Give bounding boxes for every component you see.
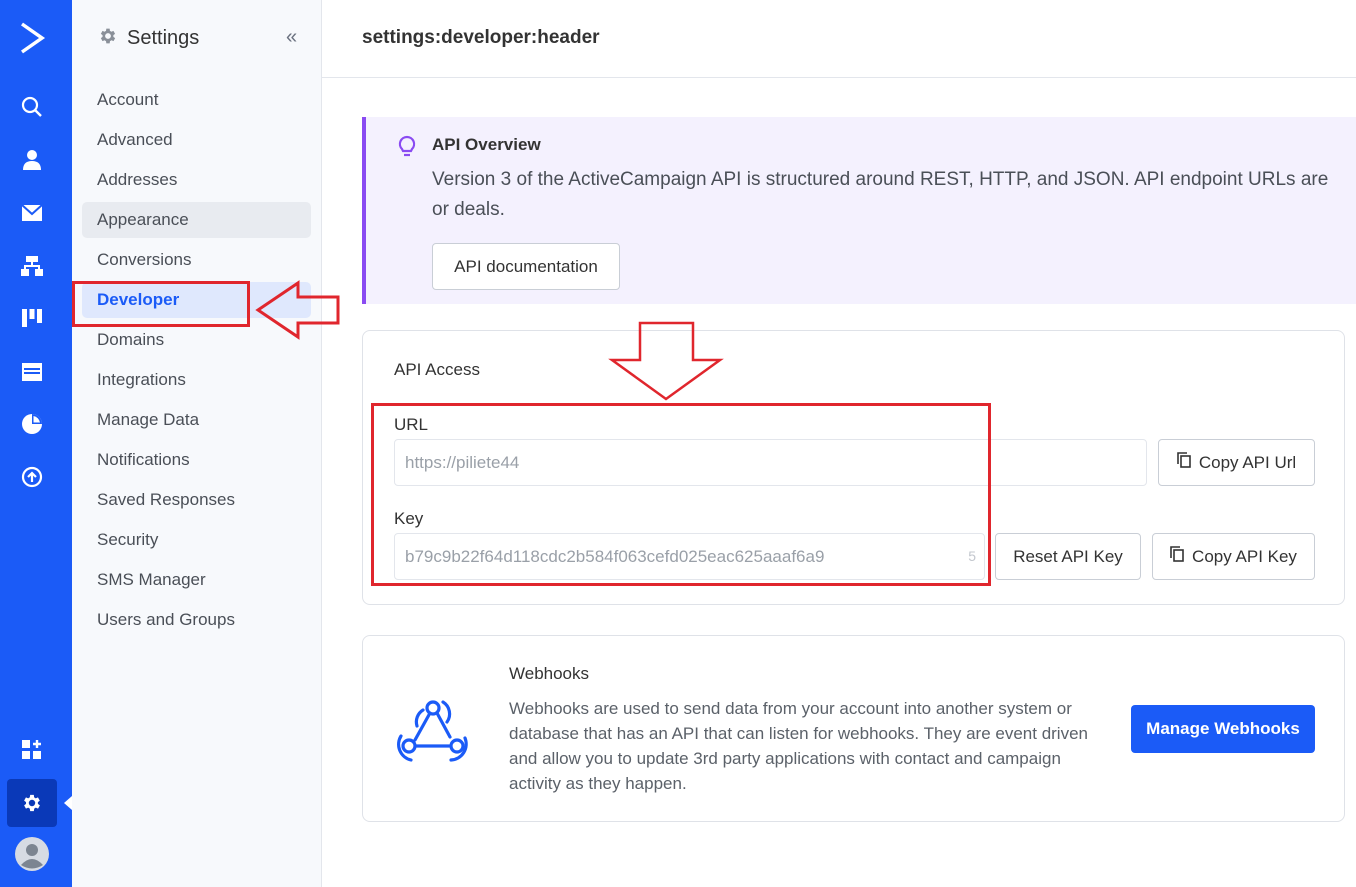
sidebar-item-security[interactable]: Security [82, 522, 311, 558]
api-overview-line-2: or deals. [432, 199, 505, 220]
copy-icon [1177, 452, 1191, 473]
lightbulb-icon [398, 135, 416, 164]
automations-icon[interactable] [18, 252, 46, 280]
sidebar-item-advanced[interactable]: Advanced [82, 122, 311, 158]
manage-webhooks-button[interactable]: Manage Webhooks [1131, 705, 1315, 753]
annotation-box-developer [72, 281, 250, 327]
copy-icon [1170, 546, 1184, 567]
email-icon[interactable] [18, 199, 46, 227]
webhooks-icon [393, 688, 473, 773]
app-rail [0, 0, 72, 887]
api-overview-description: Version 3 of the ActiveCampaign API is s… [432, 165, 1356, 225]
collapse-sidebar-icon[interactable]: « [286, 26, 297, 49]
page-header: settings:developer:header [322, 0, 1356, 78]
webhooks-card: Webhooks Webhooks are used to send data … [362, 635, 1345, 822]
api-overview-title: API Overview [432, 135, 541, 154]
site-icon[interactable] [18, 358, 46, 386]
webhooks-title: Webhooks [509, 664, 590, 683]
sidebar-item-saved-responses[interactable]: Saved Responses [82, 482, 311, 518]
sidebar-item-domains[interactable]: Domains [82, 322, 311, 358]
active-indicator-tip [64, 796, 72, 810]
copy-api-url-label: Copy API Url [1198, 452, 1297, 472]
sidebar-item-appearance[interactable]: Appearance [82, 202, 311, 238]
copy-api-url-button[interactable]: Copy API Url [1158, 439, 1315, 486]
sidebar-item-manage-data[interactable]: Manage Data [82, 402, 311, 438]
sidebar-header: Settings [98, 26, 199, 51]
api-documentation-button[interactable]: API documentation [432, 243, 620, 290]
sidebar-title: Settings [127, 27, 200, 49]
sidebar-item-addresses[interactable]: Addresses [82, 162, 311, 198]
api-overview-banner: API Overview Version 3 of the ActiveCamp… [362, 117, 1356, 304]
copy-api-key-button[interactable]: Copy API Key [1152, 533, 1315, 580]
upgrade-icon[interactable] [18, 463, 46, 491]
annotation-box-api-access [371, 403, 991, 586]
sidebar-item-users-and-groups[interactable]: Users and Groups [82, 602, 311, 638]
search-icon[interactable] [18, 93, 46, 121]
api-access-title: API Access [394, 360, 480, 379]
settings-nav: Account Advanced Addresses Appearance Co… [82, 82, 311, 642]
page-title: settings:developer:header [362, 27, 600, 48]
profile-icon[interactable] [14, 836, 50, 872]
sidebar-item-sms-manager[interactable]: SMS Manager [82, 562, 311, 598]
copy-api-key-label: Copy API Key [1192, 546, 1297, 566]
contacts-icon[interactable] [18, 146, 46, 174]
sidebar-item-account[interactable]: Account [82, 82, 311, 118]
apps-icon[interactable] [18, 736, 46, 764]
settings-sidebar: Settings « Account Advanced Addresses Ap… [72, 0, 322, 887]
logo-icon[interactable] [18, 22, 46, 54]
sidebar-item-notifications[interactable]: Notifications [82, 442, 311, 478]
gear-icon [98, 26, 118, 51]
reports-icon[interactable] [18, 410, 46, 438]
reset-api-key-button[interactable]: Reset API Key [995, 533, 1141, 580]
sidebar-item-integrations[interactable]: Integrations [82, 362, 311, 398]
sidebar-item-conversions[interactable]: Conversions [82, 242, 311, 278]
api-overview-line-1: Version 3 of the ActiveCampaign API is s… [432, 169, 1329, 190]
deals-icon[interactable] [18, 304, 46, 332]
settings-icon[interactable] [18, 789, 46, 817]
webhooks-description: Webhooks are used to send data from your… [509, 699, 1088, 793]
